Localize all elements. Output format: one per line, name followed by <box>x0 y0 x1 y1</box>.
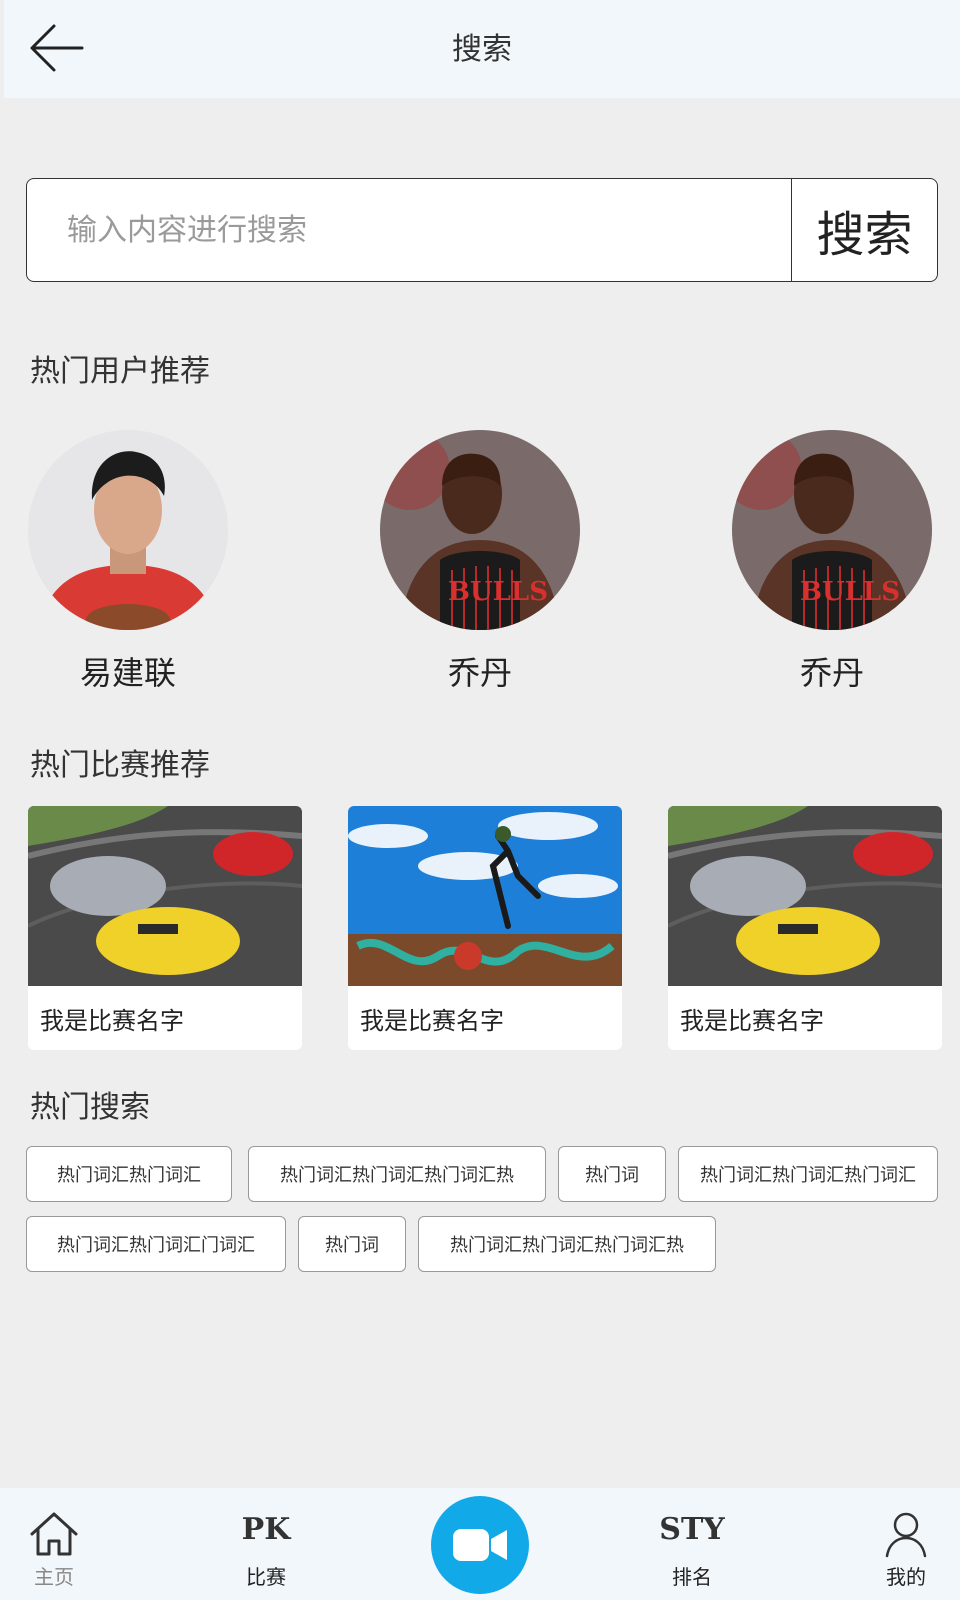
user-card[interactable]: BULLS 乔丹 <box>732 430 932 694</box>
top-bar: 搜索 <box>4 0 960 98</box>
svg-text:BULLS: BULLS <box>448 577 548 607</box>
avatar: BULLS <box>380 430 580 630</box>
match-card[interactable]: 我是比赛名字 <box>668 806 942 1050</box>
user-name: 乔丹 <box>447 654 512 692</box>
match-image <box>668 806 942 986</box>
hot-search-tag[interactable]: 热门词汇热门词汇热门词汇 <box>678 1146 938 1202</box>
hot-search-tag[interactable]: 热门词汇热门词汇热门词汇热 <box>248 1146 546 1202</box>
tab-ranking[interactable]: STY 排名 <box>650 1488 734 1600</box>
tab-label: 我的 <box>886 1565 926 1589</box>
avatar: BULLS <box>732 430 932 630</box>
hot-users-title: 热门用户推荐 <box>30 354 210 389</box>
hot-search-tag[interactable]: 热门词汇热门词汇热门词汇热 <box>418 1216 716 1272</box>
hot-search-tag[interactable]: 热门词汇热门词汇 <box>26 1146 232 1202</box>
video-camera-icon <box>453 1529 507 1561</box>
match-image <box>28 806 302 986</box>
page-title: 搜索 <box>452 32 512 67</box>
tab-home[interactable]: 主页 <box>14 1488 94 1600</box>
search-bar: 搜索 <box>26 178 938 282</box>
sty-text-icon: STY <box>659 1512 725 1547</box>
search-input[interactable] <box>27 179 792 281</box>
tab-mine[interactable]: 我的 <box>866 1488 946 1600</box>
avatar <box>28 430 228 630</box>
match-image <box>348 806 622 986</box>
user-card[interactable]: BULLS 乔丹 <box>380 430 580 694</box>
match-card[interactable]: 我是比赛名字 <box>28 806 302 1050</box>
home-icon <box>30 1512 78 1556</box>
user-name: 易建联 <box>79 654 176 692</box>
tab-match[interactable]: PK 比赛 <box>226 1488 306 1600</box>
record-video-button[interactable] <box>431 1496 529 1594</box>
hot-search-tag[interactable]: 热门词汇热门词汇门词汇 <box>26 1216 286 1272</box>
user-card[interactable]: 易建联 <box>28 430 228 694</box>
search-button[interactable]: 搜索 <box>791 179 937 281</box>
user-icon <box>885 1512 927 1558</box>
match-name: 我是比赛名字 <box>360 1007 504 1035</box>
tab-label: 主页 <box>34 1565 74 1589</box>
svg-text:BULLS: BULLS <box>800 577 900 607</box>
tab-label: 排名 <box>672 1565 712 1589</box>
tab-label: 比赛 <box>246 1565 286 1589</box>
hot-search-tag[interactable]: 热门词 <box>298 1216 406 1272</box>
match-name: 我是比赛名字 <box>40 1007 184 1035</box>
user-name: 乔丹 <box>799 654 864 692</box>
hot-matches-title: 热门比赛推荐 <box>30 748 210 783</box>
hot-search-tag[interactable]: 热门词 <box>558 1146 666 1202</box>
match-card[interactable]: 我是比赛名字 <box>348 806 622 1050</box>
match-name: 我是比赛名字 <box>680 1007 824 1035</box>
hot-search-title: 热门搜索 <box>30 1090 150 1125</box>
pk-text-icon: PK <box>241 1512 291 1547</box>
